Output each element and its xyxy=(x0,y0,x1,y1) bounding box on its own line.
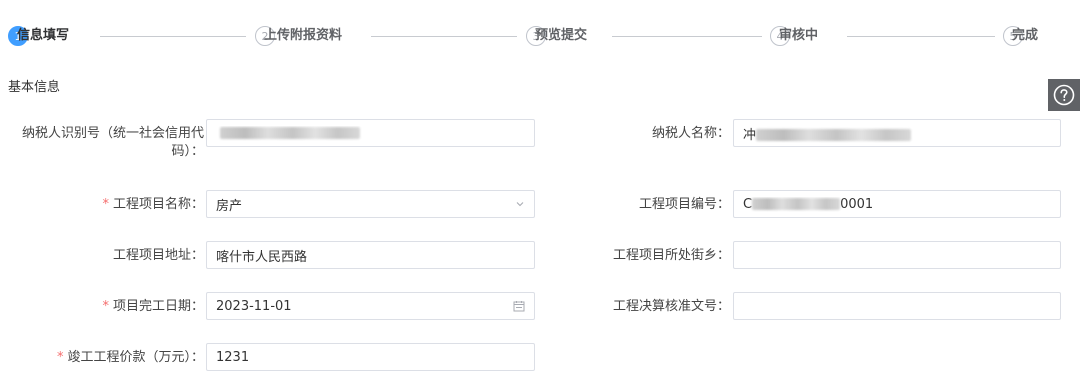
steps-bar: 1 信息填写 2 上传附报资料 3 预览提交 4 审核中 5 完成 xyxy=(0,0,1080,72)
redacted-text xyxy=(752,198,841,210)
taxpayer-name-value: 冲 xyxy=(743,124,1051,143)
step-label: 预览提交 xyxy=(535,28,588,43)
price-field[interactable]: 1231 xyxy=(206,343,535,371)
step-label: 信息填写 xyxy=(17,28,70,43)
completion-date-picker[interactable]: 2023-11-01 xyxy=(206,292,535,320)
required-mark: * xyxy=(102,299,109,314)
project-no-field[interactable]: C 0001 xyxy=(733,190,1061,218)
step-connector xyxy=(847,36,995,37)
step-2: 2 上传附报资料 xyxy=(255,26,342,46)
step-label: 上传附报资料 xyxy=(264,28,343,43)
chevron-down-icon xyxy=(516,202,524,207)
project-name-label-text: 工程项目名称： xyxy=(112,197,204,212)
step-4: 4 审核中 xyxy=(770,26,818,46)
taxpayer-name-prefix: 冲 xyxy=(743,127,757,143)
taxpayer-name-field[interactable]: 冲 xyxy=(733,119,1061,147)
step-1: 1 信息填写 xyxy=(8,26,69,46)
step-5: 5 完成 xyxy=(1003,26,1038,46)
project-address-label: 工程项目地址： xyxy=(112,248,204,263)
project-street-label: 工程项目所处街乡： xyxy=(612,248,730,263)
required-mark: * xyxy=(102,197,109,212)
price-label: * 竣工工程价款（万元）： xyxy=(30,349,204,367)
step-connector xyxy=(100,36,246,37)
taxpayer-name-label: 纳税人名称： xyxy=(651,126,730,141)
project-no-label: 工程项目编号： xyxy=(638,197,730,212)
project-no-value: C 0001 xyxy=(743,197,1051,212)
taxpayer-id-label: 纳税人识别号（统一社会信用代 码）： xyxy=(20,125,204,161)
project-no-prefix: C xyxy=(743,196,753,212)
settlement-no-field[interactable] xyxy=(733,292,1061,320)
taxpayer-id-label-line1: 纳税人识别号（统一社会信用代 xyxy=(21,126,204,141)
project-no-suffix: 0001 xyxy=(840,196,874,212)
step-connector xyxy=(371,36,517,37)
project-street-field[interactable] xyxy=(733,241,1061,269)
redacted-text xyxy=(220,127,360,139)
project-address-value: 喀什市人民西路 xyxy=(216,249,308,265)
help-button[interactable] xyxy=(1048,79,1080,111)
step-label: 完成 xyxy=(1012,28,1039,43)
step-3: 3 预览提交 xyxy=(526,26,587,46)
step-connector xyxy=(612,36,762,37)
taxpayer-id-value xyxy=(216,126,525,141)
price-label-text: 竣工工程价款（万元）： xyxy=(67,350,204,365)
step-label: 审核中 xyxy=(779,28,819,43)
section-title: 基本信息 xyxy=(8,80,61,95)
settlement-no-label: 工程决算核准文号： xyxy=(612,299,730,314)
project-name-label: * 工程项目名称： xyxy=(60,196,204,214)
project-name-value: 房产 xyxy=(216,198,243,214)
calendar-icon xyxy=(513,301,525,312)
completion-date-value: 2023-11-01 xyxy=(216,298,292,314)
completion-date-label: * 项目完工日期： xyxy=(60,298,204,316)
taxpayer-id-field[interactable] xyxy=(206,119,535,147)
redacted-text xyxy=(756,129,912,141)
price-value: 1231 xyxy=(216,349,250,365)
completion-date-label-text: 项目完工日期： xyxy=(112,299,204,314)
project-name-select[interactable]: 房产 xyxy=(206,190,535,218)
question-circle-icon xyxy=(1053,84,1075,106)
required-mark: * xyxy=(56,350,64,365)
taxpayer-id-label-line2: 码）： xyxy=(171,144,204,159)
project-address-field[interactable]: 喀什市人民西路 xyxy=(206,241,535,269)
